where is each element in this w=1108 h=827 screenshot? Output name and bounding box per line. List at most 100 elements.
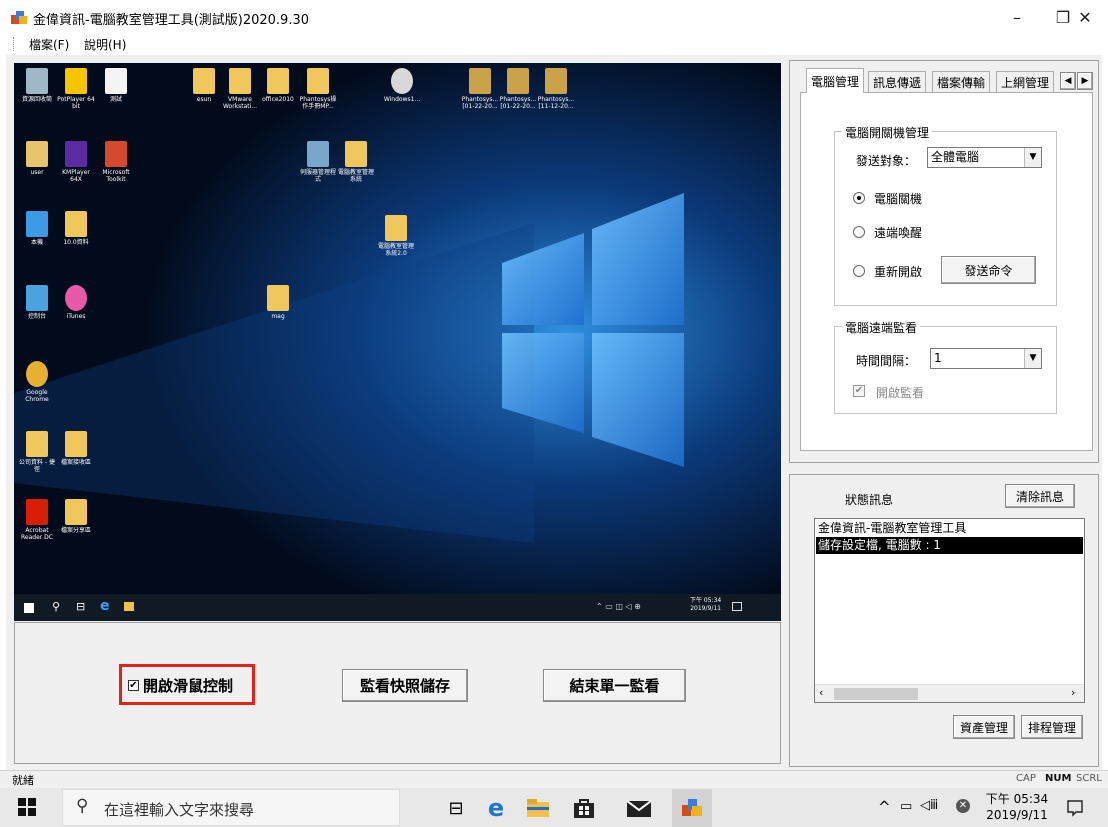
tab-scroll-left-button[interactable]: ◀ [1060,72,1076,90]
tab-file-transfer[interactable]: 檔案傳輸 [932,71,991,93]
desktop-icon[interactable]: 10.0資料 [56,211,96,246]
edge-icon[interactable]: e [484,794,508,822]
target-select[interactable]: 全體電腦 ▼ [927,147,1042,168]
send-command-button[interactable]: 發送命令 [941,256,1036,284]
desktop-icon-label: KMPlayer 64X [62,169,90,183]
mail-icon[interactable] [626,800,652,818]
desktop-icon[interactable]: VMware Workstati... [220,68,260,110]
folder-icon [385,215,407,241]
desktop-icon[interactable]: esun [184,68,224,103]
clock-date: 2019/9/11 [986,808,1048,822]
menu-help[interactable]: 說明(H) [84,36,126,53]
menu-file[interactable]: 檔案(F) [29,36,69,53]
mouse-control-checkbox[interactable]: ✔ [128,680,139,691]
desktop-icon[interactable]: 電腦教室管理系統2.0 [376,215,416,257]
folder-icon [229,68,251,94]
clear-messages-button[interactable]: 清除訊息 [1005,484,1075,508]
desktop-icon[interactable]: Microsoft Toolkit [96,141,136,183]
tab-computer-management[interactable]: 電腦管理 [806,68,865,93]
desktop-icon[interactable]: Google Chrome [17,361,57,403]
taskbar-clock[interactable]: 下午 05:34 2019/9/11 [982,791,1052,823]
desktop-icon[interactable]: 測試 [96,68,136,103]
asset-management-button[interactable]: 資產管理 [953,715,1015,739]
toolkit-icon [105,141,127,167]
end-monitor-button[interactable]: 結束單一監看 [543,669,686,702]
desktop-icon[interactable]: mag [258,285,298,320]
tray-expand-icon[interactable]: ^ [878,798,891,816]
radio-shutdown[interactable] [853,192,865,204]
desktop-icon[interactable]: Phantosys操作手冊MP... [298,68,338,110]
folder-icon [345,141,367,167]
windows-start-icon[interactable] [18,798,36,816]
power-group-title: 電腦開關機管理 [842,124,933,141]
tab-scroll-right-button[interactable]: ▶ [1077,72,1093,90]
enable-monitor-checkbox[interactable]: ✔ [853,385,865,397]
radio-wake[interactable] [853,226,865,238]
radio-wake-label[interactable]: 遠端喚醒 [874,224,922,241]
taskbar-search-placeholder[interactable]: 在這裡輸入文字來搜尋 [104,799,254,820]
chevron-down-icon[interactable]: ▼ [1024,148,1041,167]
radio-restart[interactable] [853,265,865,277]
log-row-selected[interactable]: 儲存設定檔, 電腦數 : 1 [816,537,1083,554]
radio-shutdown-label[interactable]: 電腦關機 [874,190,922,207]
status-text: 就緒 [12,774,34,787]
minimize-icon: – [1013,7,1021,27]
task-view-icon[interactable]: ⊟ [444,796,468,820]
tab-message[interactable]: 訊息傳遞 [868,71,927,93]
desktop-icon[interactable]: 控制台 [17,285,57,320]
network-icon[interactable]: ▭ [900,799,912,814]
desktop-icon[interactable]: 本機 [17,211,57,246]
scroll-left-icon[interactable]: ‹ [819,686,823,699]
menu-grip [13,37,15,51]
desktop-icon[interactable]: Phantosys... [01-22-20... [498,68,538,110]
desktop-icon[interactable]: 公司資料 - 捷徑 [17,431,57,473]
kmplayer-icon [65,141,87,167]
status-log-list[interactable]: 金偉資訊-電腦教室管理工具 儲存設定檔, 電腦數 : 1 ‹ › [814,518,1085,703]
folder-icon [65,431,87,457]
close-button[interactable]: ✕ [1062,0,1108,34]
interval-select[interactable]: 1 ▼ [930,348,1042,369]
status-title: 狀態訊息 [845,493,894,507]
desktop-icon[interactable]: 電腦教室管理系統 [336,141,376,183]
radio-restart-label[interactable]: 重新開啟 [874,263,922,280]
scroll-lock-indicator: SCRL [1076,773,1102,784]
remote-desktop-preview[interactable]: 資源回收筒 PotPlayer 64 bit 測試 esun VMware Workst… [14,63,781,621]
scroll-right-icon[interactable]: › [1071,686,1075,699]
desktop-icon[interactable]: Phantosys... [11-12-20... [536,68,576,110]
desktop-icon[interactable]: KMPlayer 64X [56,141,96,183]
desktop-icon-label: Acrobat Reader DC [21,527,53,541]
chrome-icon [26,361,48,387]
preview-clock-time: 下午 05:34 [690,597,722,604]
snapshot-save-button[interactable]: 監看快照儲存 [342,669,468,702]
notification-icon[interactable] [1066,799,1084,817]
desktop-icon-label: Google Chrome [25,389,49,403]
file-explorer-icon[interactable] [526,798,550,818]
desktop-icon[interactable]: 伺服器管理程式 [298,141,338,183]
store-icon[interactable] [572,796,596,820]
horizontal-scrollbar[interactable]: ‹ › [815,684,1084,702]
minimize-button[interactable]: – [994,0,1040,34]
volume-icon[interactable]: ◁ⅲ [920,798,938,813]
classroom-app-icon[interactable] [681,797,703,817]
scrollbar-thumb[interactable] [834,688,918,700]
log-row[interactable]: 金偉資訊-電腦教室管理工具 [816,520,1083,537]
mouse-control-label[interactable]: 開啟滑鼠控制 [143,675,233,696]
desktop-icon[interactable]: Acrobat Reader DC [17,499,57,541]
desktop-icon[interactable]: iTunes [56,285,96,320]
desktop-icon[interactable]: Windows1... [382,68,422,103]
schedule-management-button[interactable]: 排程管理 [1021,715,1083,739]
error-status-icon[interactable]: ✕ [956,799,970,813]
desktop-icon-label: esun [196,96,212,103]
enable-monitor-label[interactable]: 開啟監看 [876,384,924,401]
search-icon: ⚲ [76,796,89,816]
desktop-icon[interactable]: 資源回收筒 [17,68,57,103]
desktop-icon[interactable]: PotPlayer 64 bit [56,68,96,110]
desktop-icon[interactable]: Phantosys... [01-22-20... [460,68,500,110]
desktop-icon[interactable]: 檔案分享區 [56,499,96,534]
chevron-down-icon[interactable]: ▼ [1024,349,1041,368]
desktop-icon[interactable]: 檔案接收區 [56,431,96,466]
tab-internet[interactable]: 上網管理 [996,71,1055,93]
desktop-icon[interactable]: office2010 [258,68,298,103]
desktop-icon[interactable]: user [17,141,57,176]
triangle-right-icon: ▶ [1081,76,1089,86]
